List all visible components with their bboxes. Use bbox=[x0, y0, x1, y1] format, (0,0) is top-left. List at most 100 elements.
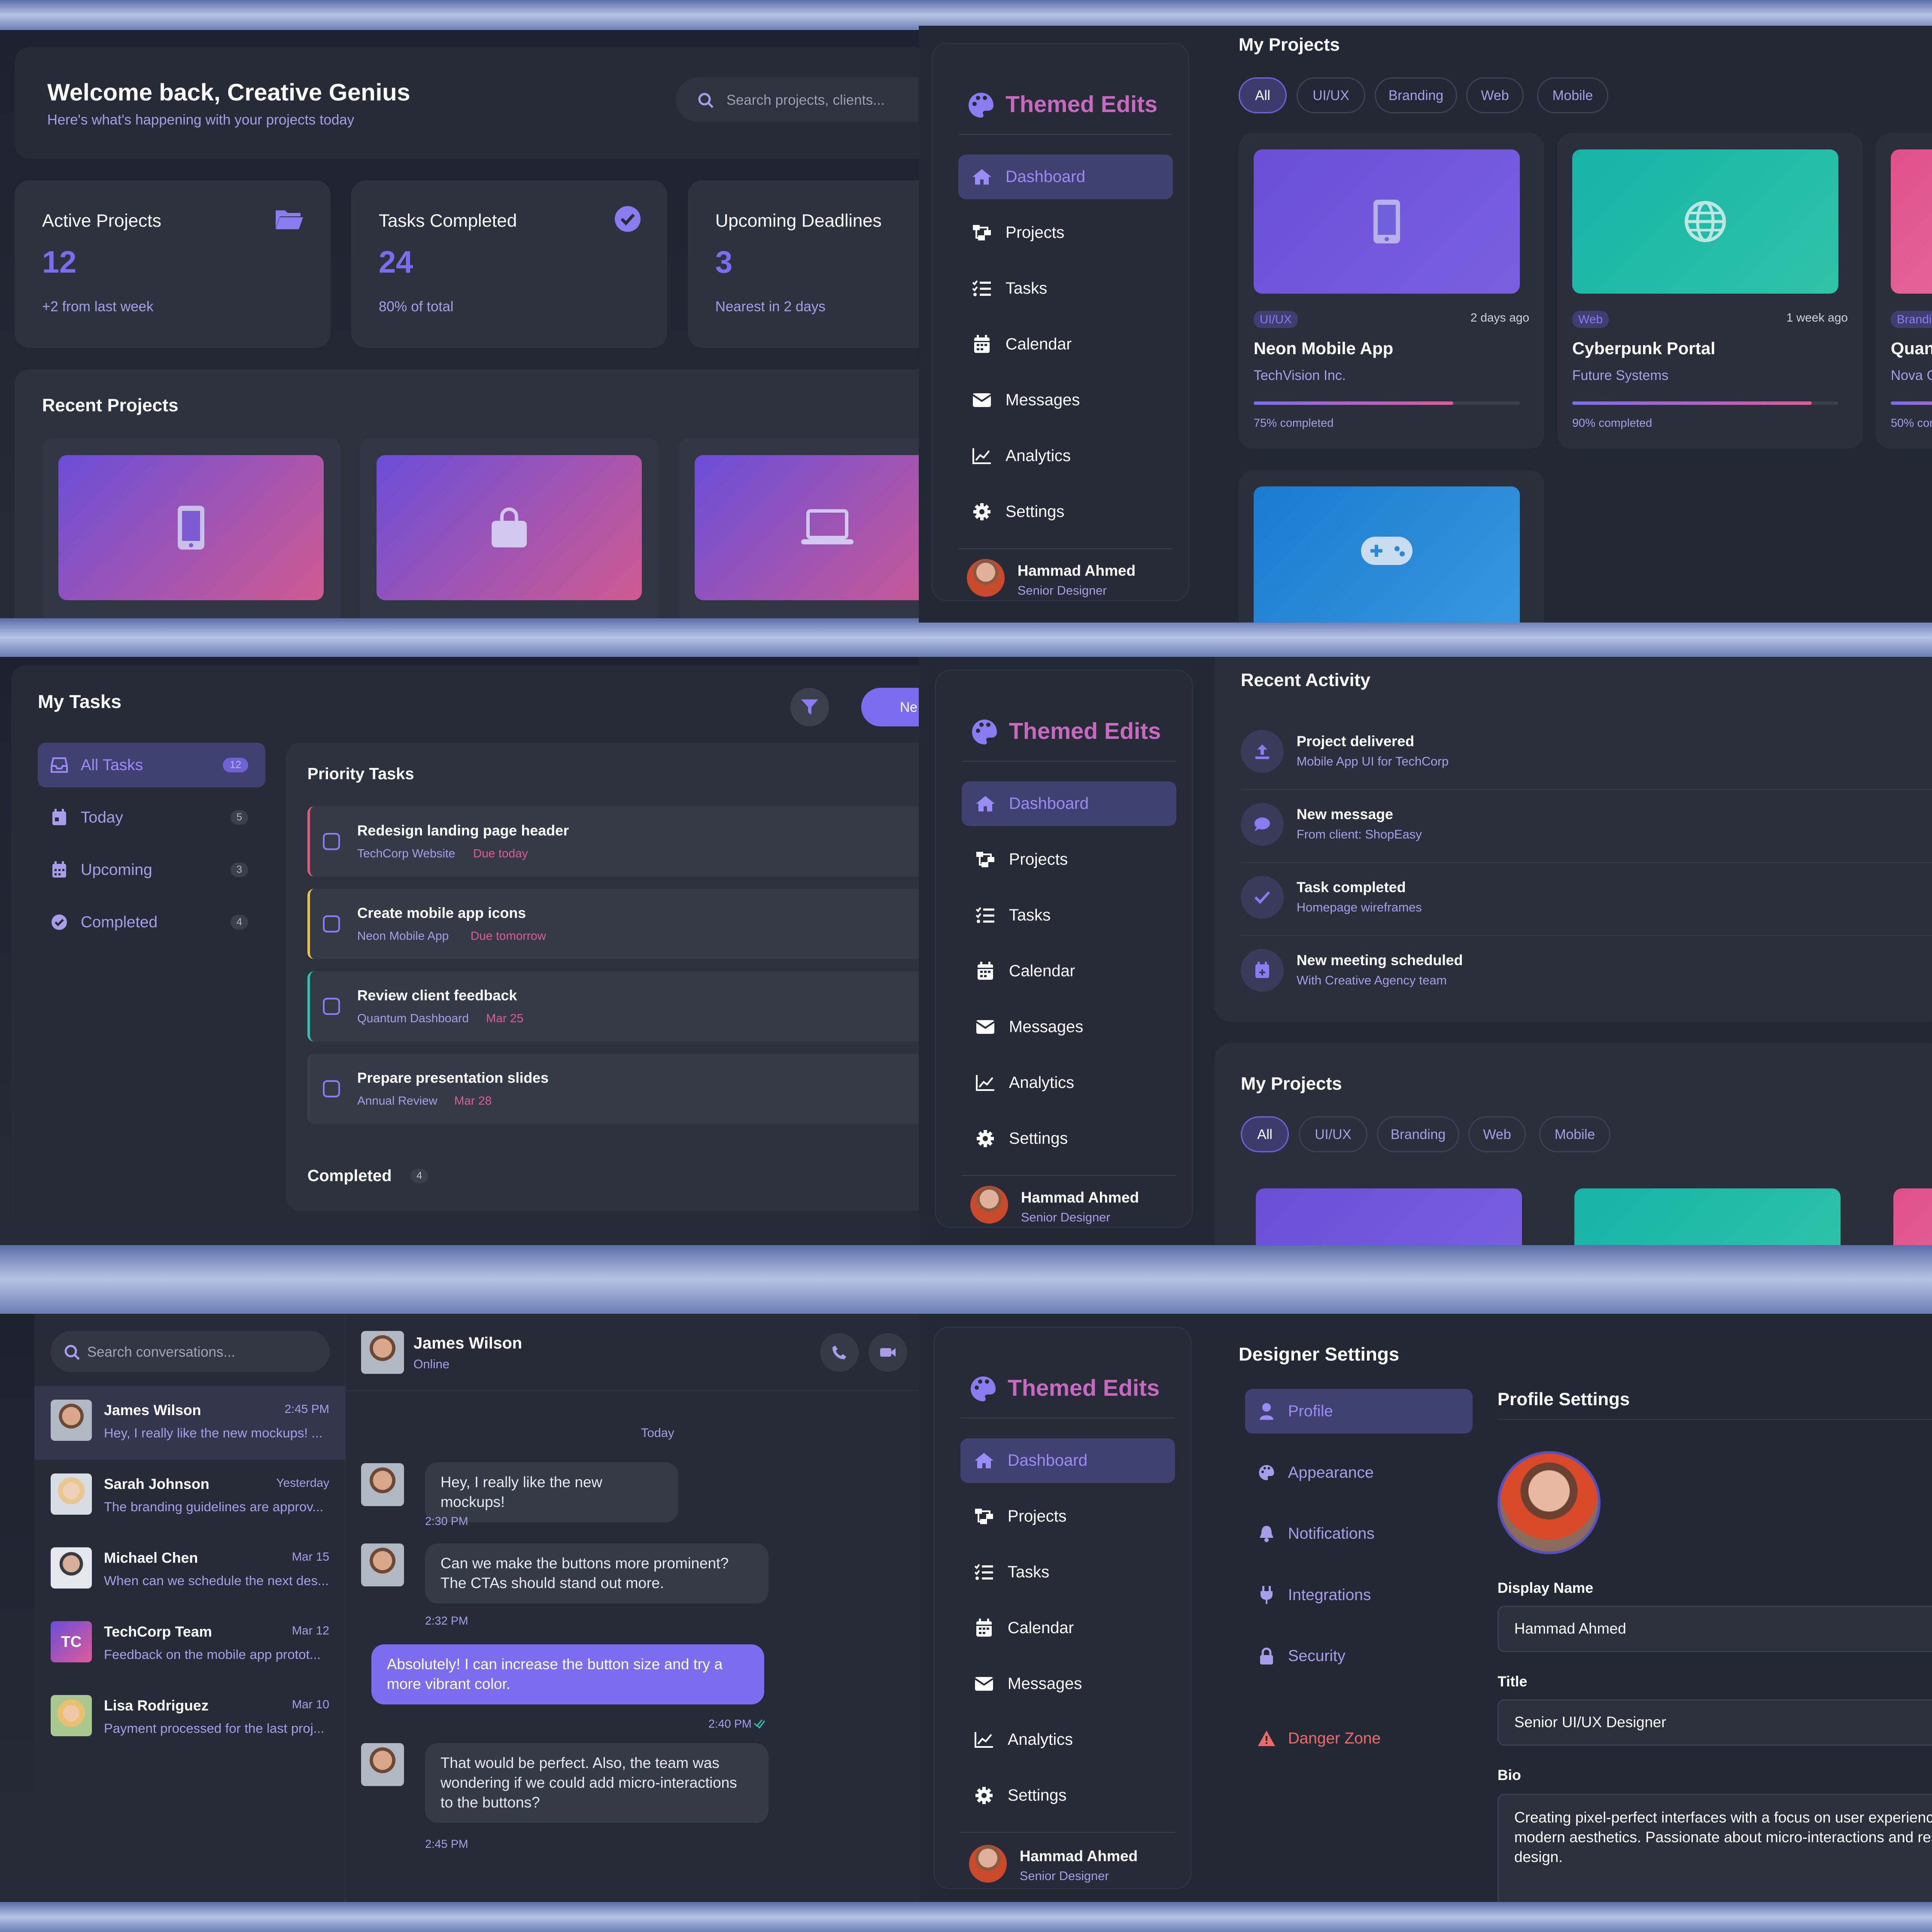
project-time: 1 week ago bbox=[1786, 311, 1848, 324]
sidebar-item-dashboard[interactable]: Dashboard bbox=[958, 155, 1173, 199]
task-row[interactable]: Review client feedback Quantum Dashboard… bbox=[307, 971, 919, 1042]
project-thumbnail bbox=[377, 455, 642, 600]
conversation-item[interactable]: Lisa Rodriguez Mar 10 Payment processed … bbox=[34, 1681, 346, 1755]
filter-all[interactable]: All bbox=[1239, 77, 1287, 113]
filter-branding[interactable]: Branding bbox=[1375, 77, 1457, 113]
task-checkbox[interactable] bbox=[323, 1080, 340, 1097]
avatar[interactable] bbox=[970, 1186, 1008, 1224]
bio-textarea[interactable]: Creating pixel-perfect interfaces with a… bbox=[1498, 1794, 1932, 1902]
project-card[interactable]: Web 1 week ago Cyberpunk Portal Future S… bbox=[1557, 133, 1863, 449]
profile-avatar[interactable] bbox=[1498, 1451, 1601, 1554]
sidebar-item-dashboard[interactable]: Dashboard bbox=[962, 781, 1176, 826]
sidebar-item-dashboard[interactable]: Dashboard bbox=[960, 1438, 1175, 1483]
sidebar-item-analytics[interactable]: Analytics bbox=[960, 1717, 1175, 1762]
filter-mobile[interactable]: Mobile bbox=[1537, 77, 1608, 113]
recent-project-card[interactable] bbox=[360, 438, 659, 618]
settings-menu-profile[interactable]: Profile bbox=[1245, 1389, 1473, 1434]
settings-menu-label: Danger Zone bbox=[1288, 1729, 1381, 1747]
filter-button[interactable] bbox=[790, 688, 829, 726]
filter-uiux[interactable]: UI/UX bbox=[1297, 77, 1365, 113]
activity-item[interactable]: New message From client: ShopEasy bbox=[1241, 790, 1932, 863]
sidebar-item-calendar[interactable]: Calendar bbox=[958, 322, 1173, 367]
conversation-item[interactable]: Michael Chen Mar 15 When can we schedule… bbox=[34, 1534, 346, 1607]
activity-item[interactable]: Task completed Homepage wireframes bbox=[1241, 863, 1932, 936]
settings-menu-danger-zone[interactable]: Danger Zone bbox=[1245, 1716, 1473, 1761]
sidebar-item-projects[interactable]: Projects bbox=[958, 210, 1173, 255]
conversation-item[interactable]: James Wilson 2:45 PM Hey, I really like … bbox=[34, 1386, 346, 1460]
welcome-subtitle: Here's what's happening with your projec… bbox=[47, 112, 355, 128]
recent-project-card[interactable] bbox=[42, 438, 340, 618]
task-row[interactable]: Redesign landing page header TechCorp We… bbox=[307, 806, 919, 877]
sidebar-item-calendar[interactable]: Calendar bbox=[962, 949, 1176, 993]
activity-item[interactable]: New meeting scheduled With Creative Agen… bbox=[1241, 936, 1932, 1009]
task-filter-completed[interactable]: Completed 4 bbox=[38, 900, 265, 945]
sidebar-item-settings[interactable]: Settings bbox=[960, 1773, 1175, 1818]
task-filter-upcoming[interactable]: Upcoming 3 bbox=[38, 848, 265, 892]
completed-section-title[interactable]: Completed bbox=[307, 1167, 392, 1185]
sidebar-item-messages[interactable]: Messages bbox=[960, 1662, 1175, 1706]
settings-menu-appearance[interactable]: Appearance bbox=[1245, 1450, 1473, 1495]
settings-menu-integrations[interactable]: Integrations bbox=[1245, 1573, 1473, 1617]
activity-item[interactable]: Project delivered Mobile App UI for Tech… bbox=[1241, 717, 1932, 790]
avatar[interactable] bbox=[969, 1845, 1007, 1883]
recent-project-card[interactable] bbox=[678, 438, 919, 618]
conversation-preview: Feedback on the mobile app protot... bbox=[104, 1647, 321, 1662]
conversation-search-input[interactable]: Search conversations... bbox=[51, 1331, 330, 1372]
stat-card-upcoming-deadlines[interactable]: Upcoming Deadlines 3 Nearest in 2 days bbox=[688, 180, 919, 348]
sidebar-divider bbox=[960, 1832, 1175, 1833]
sidebar-item-calendar[interactable]: Calendar bbox=[960, 1606, 1175, 1650]
task-row[interactable]: Prepare presentation slides Annual Revie… bbox=[307, 1054, 919, 1124]
stat-card-active-projects[interactable]: Active Projects 12 +2 from last week bbox=[15, 180, 331, 348]
sidebar-item-analytics[interactable]: Analytics bbox=[962, 1060, 1176, 1105]
sidebar-item-tasks[interactable]: Tasks bbox=[962, 893, 1176, 938]
new-task-button[interactable]: Ne bbox=[861, 688, 919, 726]
filter-mobile[interactable]: Mobile bbox=[1539, 1116, 1610, 1152]
task-checkbox[interactable] bbox=[323, 833, 340, 850]
tasks-title: My Tasks bbox=[38, 691, 122, 712]
sidebar-item-analytics[interactable]: Analytics bbox=[958, 434, 1173, 478]
sidebar-item-messages[interactable]: Messages bbox=[962, 1005, 1176, 1049]
avatar[interactable] bbox=[967, 559, 1005, 597]
filter-all[interactable]: All bbox=[1241, 1116, 1289, 1152]
task-filter-count: 4 bbox=[230, 915, 248, 930]
filter-uiux[interactable]: UI/UX bbox=[1299, 1116, 1367, 1152]
conversation-item[interactable]: Sarah Johnson Yesterday The branding gui… bbox=[34, 1460, 346, 1534]
project-thumbnail[interactable] bbox=[1256, 1188, 1522, 1245]
task-filter-all[interactable]: All Tasks 12 bbox=[38, 743, 265, 787]
title-input[interactable]: Senior UI/UX Designer bbox=[1498, 1699, 1932, 1746]
project-thumbnail[interactable] bbox=[1893, 1188, 1932, 1245]
palette-icon bbox=[971, 1376, 996, 1401]
conversation-list: Search conversations... James Wilson 2:4… bbox=[34, 1314, 346, 1902]
project-card[interactable]: Brandi Quan Nova C 50% com bbox=[1876, 133, 1932, 449]
settings-menu-label: Integrations bbox=[1288, 1586, 1371, 1604]
filter-web[interactable]: Web bbox=[1466, 77, 1524, 113]
sidebar-item-projects[interactable]: Projects bbox=[962, 837, 1176, 882]
phone-call-button[interactable] bbox=[820, 1333, 859, 1372]
project-thumbnail[interactable] bbox=[1574, 1188, 1841, 1245]
user-role: Senior Designer bbox=[1020, 1869, 1109, 1883]
sidebar-item-tasks[interactable]: Tasks bbox=[958, 266, 1173, 311]
sidebar-item-settings[interactable]: Settings bbox=[962, 1116, 1176, 1161]
conversation-item[interactable]: TC TechCorp Team Mar 12 Feedback on the … bbox=[34, 1607, 346, 1681]
stat-card-tasks-completed[interactable]: Tasks Completed 24 80% of total bbox=[351, 180, 667, 348]
task-row[interactable]: Create mobile app icons Neon Mobile App … bbox=[307, 889, 919, 959]
task-filter-label: Today bbox=[81, 808, 123, 826]
sidebar-item-messages[interactable]: Messages bbox=[958, 378, 1173, 422]
task-filter-today[interactable]: Today 5 bbox=[38, 795, 265, 840]
sidebar-item-tasks[interactable]: Tasks bbox=[960, 1550, 1175, 1595]
sidebar-item-projects[interactable]: Projects bbox=[960, 1494, 1175, 1539]
search-input[interactable]: Search projects, clients... bbox=[676, 77, 919, 122]
filter-web[interactable]: Web bbox=[1468, 1116, 1526, 1152]
sidebar-item-settings[interactable]: Settings bbox=[958, 489, 1173, 534]
video-call-button[interactable] bbox=[869, 1333, 907, 1372]
project-progress-label: 75% completed bbox=[1254, 416, 1334, 429]
task-checkbox[interactable] bbox=[323, 915, 340, 933]
conversation-time: Yesterday bbox=[276, 1476, 330, 1489]
project-card[interactable] bbox=[1239, 470, 1544, 623]
display-name-input[interactable]: Hammad Ahmed bbox=[1498, 1606, 1932, 1652]
project-card[interactable]: UI/UX 2 days ago Neon Mobile App TechVis… bbox=[1239, 133, 1544, 449]
settings-menu-notifications[interactable]: Notifications bbox=[1245, 1511, 1473, 1556]
filter-branding[interactable]: Branding bbox=[1377, 1116, 1459, 1152]
task-checkbox[interactable] bbox=[323, 998, 340, 1015]
settings-menu-security[interactable]: Security bbox=[1245, 1634, 1473, 1678]
